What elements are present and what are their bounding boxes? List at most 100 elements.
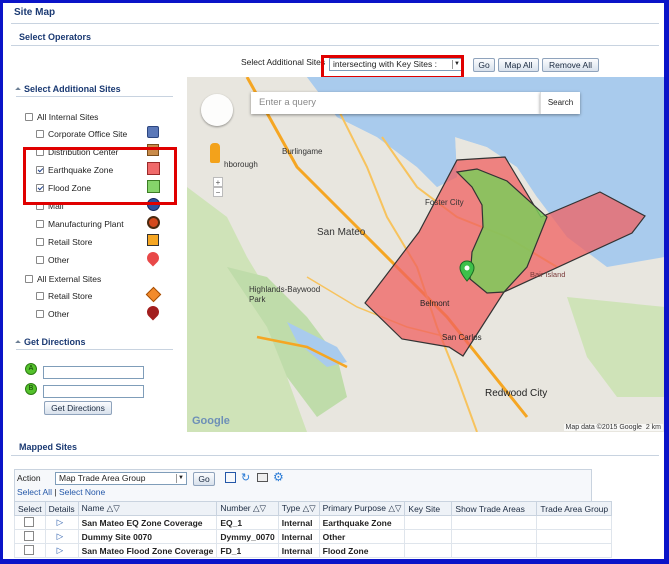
- map-label-burlingame: Burlingame: [282, 147, 323, 156]
- point-b-input[interactable]: [43, 385, 144, 398]
- collapse-icon: [15, 86, 21, 93]
- column-header-number[interactable]: Number △▽: [216, 501, 279, 516]
- get-directions-button[interactable]: Get Directions: [44, 401, 112, 415]
- action-select-value: Map Trade Area Group: [59, 473, 146, 483]
- highlight-box: [23, 147, 177, 205]
- other-checkbox[interactable]: [36, 310, 44, 318]
- trade-area-group-cell: [536, 515, 613, 530]
- row-select-checkbox[interactable]: [24, 544, 34, 555]
- street-view-pegman-icon[interactable]: [210, 143, 220, 163]
- site-purpose-cell: Other: [318, 529, 406, 544]
- export-icon[interactable]: [257, 473, 268, 482]
- table-row[interactable]: ▷ San Mateo EQ Zone Coverage EQ_1 Internal E…: [14, 515, 613, 530]
- building-icon: [147, 126, 161, 140]
- get-directions-heading[interactable]: Get Directions: [15, 337, 86, 347]
- point-a-marker: A: [25, 363, 37, 375]
- select-additional-sites-heading[interactable]: Select Additional Sites: [15, 84, 121, 94]
- column-header-primary-purpose[interactable]: Primary Purpose △▽: [318, 501, 406, 516]
- select-all-link[interactable]: Select All: [17, 487, 52, 497]
- remove-all-button[interactable]: Remove All: [542, 58, 599, 72]
- site-number-cell: Dymmy_0070: [216, 529, 279, 544]
- action-select[interactable]: Map Trade Area Group ▼: [55, 472, 187, 485]
- map-all-button[interactable]: Map All: [498, 58, 539, 72]
- page-title: Site Map: [14, 7, 56, 18]
- row-select-cell: [14, 529, 46, 544]
- zoom-in-button[interactable]: +: [213, 177, 223, 187]
- corporate-office-site-checkbox[interactable]: [36, 130, 44, 138]
- column-header-type[interactable]: Type △▽: [277, 501, 320, 516]
- all-external-sites-checkbox[interactable]: [25, 275, 33, 283]
- divider: [11, 45, 659, 46]
- map-search-button[interactable]: Search: [540, 92, 580, 114]
- map-label-bair-island: Bair Island: [530, 270, 566, 279]
- map-label-hillsborough: hborough: [224, 160, 258, 169]
- refresh-icon[interactable]: ↻: [241, 471, 250, 484]
- manufacturing-plant-checkbox[interactable]: [36, 220, 44, 228]
- pan-control-icon[interactable]: [201, 94, 233, 126]
- column-header-name[interactable]: Name △▽: [77, 501, 218, 516]
- expand-details-icon[interactable]: ▷: [57, 517, 64, 527]
- select-additional-sites-heading-text: Select Additional Sites: [24, 84, 121, 94]
- column-header-key-site: Key Site: [404, 501, 453, 516]
- map-label-foster-city: Foster City: [425, 198, 464, 207]
- other-label: Other: [48, 309, 70, 319]
- site-purpose-cell: Flood Zone: [318, 543, 406, 558]
- chevron-down-icon: ▼: [176, 474, 185, 483]
- site-name-cell: Dummy Site 0070: [77, 529, 218, 544]
- gear-icon[interactable]: ⚙: [273, 470, 284, 484]
- table-row[interactable]: ▷ Dummy Site 0070 Dymmy_0070 Internal Other: [14, 529, 613, 544]
- expand-details-icon[interactable]: ▷: [57, 531, 64, 541]
- point-a-input[interactable]: [43, 366, 144, 379]
- row-select-checkbox[interactable]: [24, 530, 34, 541]
- column-header-select: Select: [14, 501, 46, 516]
- factory-icon: [147, 216, 161, 230]
- show-trade-areas-cell: [451, 543, 538, 558]
- map-scale: 2 km: [645, 424, 661, 431]
- retail-store-checkbox[interactable]: [36, 292, 44, 300]
- site-name-cell: San Mateo EQ Zone Coverage: [77, 515, 218, 530]
- table-row[interactable]: ▷ San Mateo Flood Zone Coverage FD_1 Intern…: [14, 543, 613, 558]
- column-header-details: Details: [44, 501, 79, 516]
- divider: [11, 455, 659, 456]
- row-select-checkbox[interactable]: [24, 516, 34, 527]
- retail-store-checkbox[interactable]: [36, 238, 44, 246]
- zoom-out-button[interactable]: −: [213, 187, 223, 197]
- sort-icon[interactable]: △▽: [388, 503, 401, 513]
- dark-red-pin-icon: [144, 303, 162, 321]
- key-site-cell: [404, 543, 453, 558]
- sort-icon[interactable]: △▽: [107, 503, 120, 513]
- corporate-office-site-label: Corporate Office Site: [48, 129, 128, 139]
- all-internal-sites-checkbox[interactable]: [25, 113, 33, 121]
- site-name-cell: San Mateo Flood Zone Coverage: [77, 543, 218, 558]
- divider: [16, 349, 173, 350]
- action-go-button[interactable]: Go: [193, 472, 215, 486]
- select-links-separator: |: [54, 487, 57, 497]
- select-none-link[interactable]: Select None: [59, 487, 105, 497]
- highlight-box: [321, 55, 464, 79]
- expand-details-icon[interactable]: ▷: [57, 545, 64, 555]
- divider: [11, 23, 659, 24]
- map-attribution-text: Map data ©2015 Google: [565, 424, 642, 431]
- go-button[interactable]: Go: [473, 58, 495, 72]
- detach-icon[interactable]: [225, 472, 236, 483]
- row-details-cell: ▷: [44, 543, 79, 558]
- column-header-primary-purpose-text: Primary Purpose: [322, 503, 386, 513]
- orange-square-icon: [147, 234, 161, 248]
- trade-area-group-cell: [536, 529, 613, 544]
- site-number-cell: EQ_1: [216, 515, 279, 530]
- column-header-show-trade-areas: Show Trade Areas: [451, 501, 538, 516]
- column-header-trade-area-group: Trade Area Group: [536, 501, 613, 516]
- row-select-cell: [14, 543, 46, 558]
- sort-icon[interactable]: △▽: [303, 503, 316, 513]
- map-label-belmont: Belmont: [420, 299, 450, 308]
- all-internal-sites-label: All Internal Sites: [37, 112, 99, 122]
- retail-store-label: Retail Store: [48, 237, 93, 247]
- sort-icon[interactable]: △▽: [253, 503, 266, 513]
- mapped-sites-heading: Mapped Sites: [19, 442, 78, 452]
- map-search-input[interactable]: Enter a query: [251, 92, 540, 114]
- map-view[interactable]: Burlingame San Mateo Foster City Highlan…: [187, 77, 664, 432]
- red-pin-icon: [144, 249, 162, 267]
- other-checkbox[interactable]: [36, 256, 44, 264]
- map-label-san-carlos: San Carlos: [442, 333, 482, 342]
- trade-area-group-cell: [536, 543, 613, 558]
